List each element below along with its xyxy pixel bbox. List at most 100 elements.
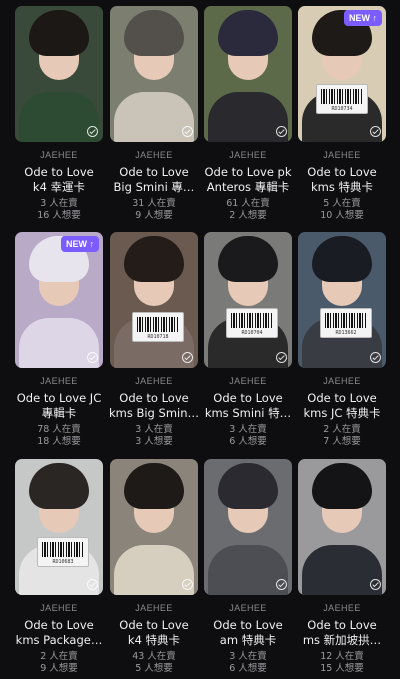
card-title-line1: Ode to Love (119, 618, 189, 632)
photo-hair-shape (218, 10, 278, 56)
barcode-label: RD10683 (37, 537, 89, 567)
selling-count: 3 人在賣 (40, 198, 78, 209)
photocard-image[interactable]: RD10718 (110, 232, 198, 368)
selling-count: 31 人在賣 (132, 198, 176, 209)
photocard-meta: JAEHEE Ode to Love kms JC 特典卡 2 人在賣 7 人想要 (292, 376, 392, 448)
wanted-count: 7 人想要 (323, 436, 361, 447)
photocard-image[interactable] (15, 6, 103, 142)
check-circle-icon[interactable] (276, 352, 287, 363)
photocard-meta: JAEHEE Ode to Love pk Anteros 專輯卡 61 人在賣 2 人… (198, 150, 298, 222)
check-circle-icon[interactable] (276, 126, 287, 137)
check-circle-icon[interactable] (370, 579, 381, 590)
card-stats: 5 人在賣 10 人想要 (292, 198, 392, 222)
photocard-image[interactable]: RD10734 NEW ↑ (298, 6, 386, 142)
photocard-grid: JAEHEE Ode to Love k4 幸運卡 3 人在賣 16 人想要 JAEHEE… (0, 0, 400, 679)
card-title-line2: kms Smini 特… (204, 406, 292, 420)
artist-name: JAEHEE (40, 376, 78, 386)
card-stats: 31 人在賣 9 人想要 (104, 198, 204, 222)
check-circle-icon[interactable] (87, 126, 98, 137)
wanted-count: 16 人想要 (37, 210, 81, 221)
card-title-line2: Anteros 專輯卡 (206, 180, 290, 194)
check-circle-icon[interactable] (276, 579, 287, 590)
photocard-image[interactable]: RD10704 (204, 232, 292, 368)
photocard-image[interactable] (204, 6, 292, 142)
card-title-line1: Ode to Love (213, 618, 283, 632)
photocard-image[interactable] (204, 459, 292, 595)
card-title-line2: k4 幸運卡 (32, 180, 86, 194)
card-title-line2: kms 特典卡 (310, 180, 373, 194)
selling-count: 78 人在賣 (37, 424, 81, 435)
card-title-line1: Ode to Love (213, 391, 283, 405)
photocard-image[interactable]: RD10683 (15, 459, 103, 595)
photocard-meta: JAEHEE Ode to Love Big Smini 專… 31 人在賣 9 人想要 (104, 150, 204, 222)
wanted-count: 9 人想要 (135, 210, 173, 221)
artist-name: JAEHEE (229, 376, 267, 386)
card-stats: 12 人在賣 15 人想要 (292, 651, 392, 675)
photocard-meta: JAEHEE Ode to Love kms Package… 2 人在賣 9 人想要 (9, 603, 109, 675)
photocard-image[interactable] (110, 459, 198, 595)
photocard-meta: JAEHEE Ode to Love ms 新加坡拱… 12 人在賣 15 人想要 (292, 603, 392, 675)
photocard-image[interactable] (110, 6, 198, 142)
wanted-count: 10 人想要 (320, 210, 364, 221)
selling-count: 5 人在賣 (323, 198, 361, 209)
card-title-line1: Ode to Love (307, 391, 377, 405)
artist-name: JAEHEE (229, 150, 267, 160)
photo-hair-shape (124, 236, 184, 282)
check-circle-icon[interactable] (370, 126, 381, 137)
card-stats: 3 人在賣 6 人想要 (198, 424, 298, 448)
barcode-number: RD10734 (331, 106, 353, 112)
selling-count: 3 人在賣 (135, 424, 173, 435)
card-stats: 43 人在賣 5 人想要 (104, 651, 204, 675)
card-title-line1: Ode to Love (307, 165, 377, 179)
selling-count: 3 人在賣 (229, 651, 267, 662)
check-circle-icon[interactable] (182, 352, 193, 363)
card-title-line2: k4 特典卡 (127, 633, 181, 647)
card-stats: 3 人在賣 6 人想要 (198, 651, 298, 675)
card-title-line1: Ode to Love (24, 165, 94, 179)
artist-name: JAEHEE (135, 603, 173, 613)
card-title-line1: Ode to Love (24, 618, 94, 632)
artist-name: JAEHEE (40, 150, 78, 160)
barcode-label: RD13662 (320, 308, 372, 338)
photo-hair-shape (29, 463, 89, 509)
photocard-image[interactable]: RD13662 (298, 232, 386, 368)
card-title-line2: kms Package… (15, 633, 103, 647)
photocard-image[interactable] (298, 459, 386, 595)
check-circle-icon[interactable] (182, 126, 193, 137)
check-circle-icon[interactable] (87, 579, 98, 590)
selling-count: 43 人在賣 (132, 651, 176, 662)
photocard-meta: JAEHEE Ode to Love k4 特典卡 43 人在賣 5 人想要 (104, 603, 204, 675)
selling-count: 2 人在賣 (40, 651, 78, 662)
card-stats: 2 人在賣 9 人想要 (9, 651, 109, 675)
card-title-line2: 專輯卡 (41, 406, 77, 420)
barcode-bars (137, 317, 179, 332)
wanted-count: 2 人想要 (229, 210, 267, 221)
check-circle-icon[interactable] (370, 352, 381, 363)
barcode-bars (42, 542, 84, 557)
selling-count: 2 人在賣 (323, 424, 361, 435)
barcode-bars (231, 313, 273, 328)
artist-name: JAEHEE (229, 603, 267, 613)
wanted-count: 5 人想要 (135, 663, 173, 674)
photocard-image[interactable]: NEW ↑ (15, 232, 103, 368)
photocard-meta: JAEHEE Ode to Love am 特典卡 3 人在賣 6 人想要 (198, 603, 298, 675)
card-title-line2: Big Smini 專… (113, 180, 195, 194)
artist-name: JAEHEE (135, 376, 173, 386)
card-stats: 3 人在賣 16 人想要 (9, 198, 109, 222)
new-badge: NEW ↑ (344, 10, 382, 26)
check-circle-icon[interactable] (87, 352, 98, 363)
wanted-count: 18 人想要 (37, 436, 81, 447)
artist-name: JAEHEE (323, 150, 361, 160)
wanted-count: 3 人想要 (135, 436, 173, 447)
card-stats: 3 人在賣 3 人想要 (104, 424, 204, 448)
card-stats: 2 人在賣 7 人想要 (292, 424, 392, 448)
card-title-line1: Ode to Love (119, 391, 189, 405)
photocard-meta: JAEHEE Ode to Love kms 特典卡 5 人在賣 10 人想要 (292, 150, 392, 222)
barcode-number: RD10704 (241, 330, 263, 336)
artist-name: JAEHEE (323, 376, 361, 386)
barcode-bars (321, 89, 363, 104)
photo-hair-shape (29, 10, 89, 56)
check-circle-icon[interactable] (182, 579, 193, 590)
barcode-bars (325, 313, 367, 328)
new-badge: NEW ↑ (61, 236, 99, 252)
